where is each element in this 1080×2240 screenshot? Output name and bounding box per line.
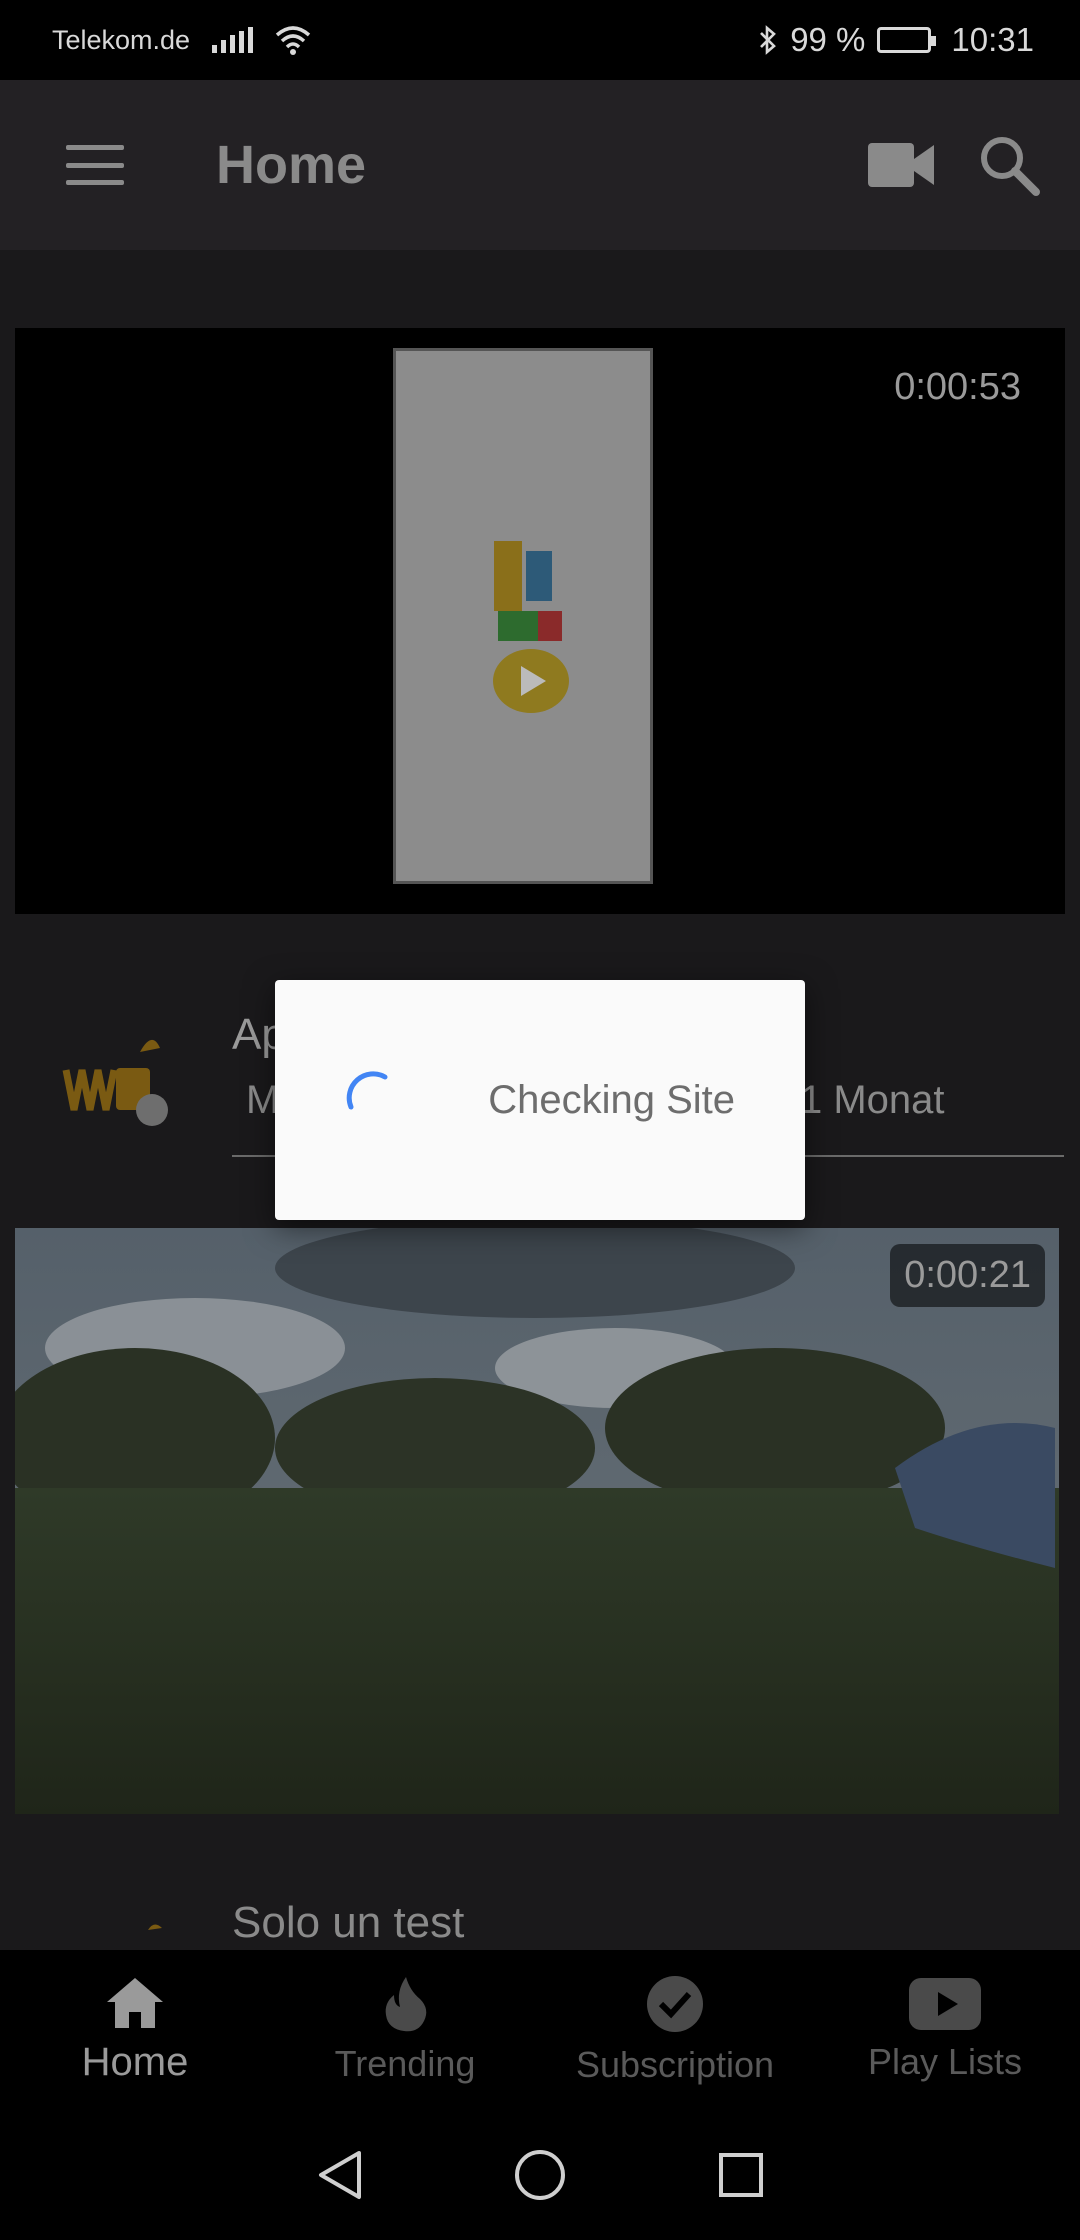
loading-dialog: Checking Site <box>275 980 805 1220</box>
thumbnail-image <box>393 348 653 884</box>
carrier-label: Telekom.de <box>52 24 191 55</box>
nav-label-trending: Trending <box>334 2043 476 2084</box>
signal-icon <box>212 27 254 53</box>
menu-icon[interactable] <box>66 145 124 185</box>
wifi-icon <box>275 26 311 55</box>
video-duration: 0:00:53 <box>894 366 1021 408</box>
video-title: Solo un test <box>232 1898 465 1947</box>
bluetooth-icon <box>760 25 777 55</box>
dialog-message: Checking Site <box>488 1077 735 1122</box>
back-icon[interactable] <box>315 2149 363 2201</box>
channel-avatar[interactable] <box>60 1030 180 1150</box>
nav-label-playlists: Play Lists <box>867 2041 1023 2082</box>
home-circle-icon[interactable] <box>513 2148 567 2202</box>
app-logo-image <box>493 541 569 713</box>
search-icon[interactable] <box>978 134 1040 196</box>
fire-icon <box>385 1977 427 2032</box>
youtube-play-icon <box>909 1978 981 2030</box>
video-camera-icon[interactable] <box>866 141 936 189</box>
battery-icon <box>877 27 937 53</box>
nav-label-home: Home <box>81 2039 189 2084</box>
battery-percent: 99 % <box>790 21 866 58</box>
video-thumbnail[interactable]: 0:00:21 <box>15 1228 1059 1814</box>
recents-icon[interactable] <box>717 2151 765 2199</box>
nav-item-subscription[interactable]: Subscription <box>540 1950 810 2110</box>
app-bar: Home <box>0 80 1080 250</box>
video-age: 1 Monat <box>800 1078 945 1122</box>
bottom-navigation: Home Trending Subscription Play Lists <box>0 1950 1080 2110</box>
video-thumbnail[interactable]: 0:00:53 <box>15 328 1065 914</box>
home-icon <box>107 1977 163 2028</box>
system-navigation-bar <box>0 2110 1080 2240</box>
nav-item-trending[interactable]: Trending <box>270 1950 540 2110</box>
nav-item-home[interactable]: Home <box>0 1950 270 2110</box>
nav-label-subscription: Subscription <box>575 2044 775 2085</box>
status-bar: Telekom.de 99 % 10:31 <box>0 0 1080 80</box>
clock: 10:31 <box>951 21 1034 58</box>
video-duration: 0:00:21 <box>890 1244 1045 1307</box>
screen: Telekom.de 99 % 10:31 Home 0:00:53 Ap M … <box>0 0 1080 2240</box>
check-circle-icon <box>647 1976 703 2032</box>
thumbnail-image <box>15 1228 1059 1814</box>
loading-spinner-icon <box>346 1071 388 1110</box>
page-title: Home <box>216 135 367 195</box>
nav-item-playlists[interactable]: Play Lists <box>810 1950 1080 2110</box>
